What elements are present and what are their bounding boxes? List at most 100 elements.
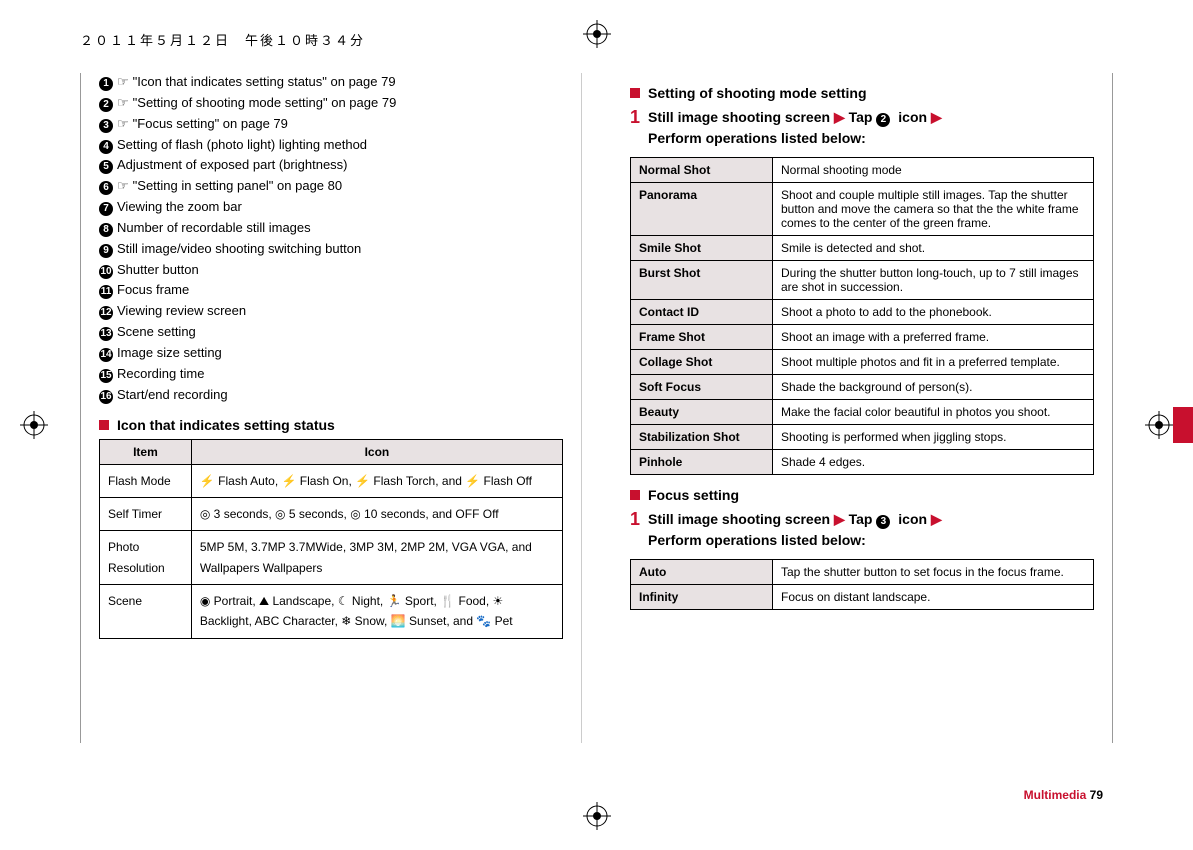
table-row: Flash Mode⚡ Flash Auto, ⚡ Flash On, ⚡ Fl… (100, 464, 563, 497)
callout-text: "Icon that indicates setting status" on … (133, 74, 396, 89)
icon-status-table: Item Icon Flash Mode⚡ Flash Auto, ⚡ Flas… (99, 439, 563, 639)
table-row: PinholeShade 4 edges. (631, 450, 1094, 475)
circled-number-icon: 3 (99, 119, 113, 133)
circled-number-icon: 1 (99, 77, 113, 91)
icon-status-heading: Icon that indicates setting status (99, 417, 563, 433)
mode-desc: Normal shooting mode (773, 158, 1094, 183)
step-1-shooting-mode: 1 Still image shooting screen ▶ Tap 2 ic… (630, 107, 1094, 149)
table-row: InfinityFocus on distant landscape. (631, 585, 1094, 610)
red-square-icon (630, 490, 640, 500)
step-text: Still image shooting screen (648, 109, 834, 125)
callout-item: 1☞"Icon that indicates setting status" o… (99, 73, 563, 92)
icon-cell: ◉ Portrait, ⛰ Landscape, ☾ Night, 🏃 Spor… (191, 585, 562, 639)
table-row: AutoTap the shutter button to set focus … (631, 560, 1094, 585)
step-text: Still image shooting screen (648, 511, 834, 527)
step-number: 1 (630, 107, 640, 149)
table-row: Normal ShotNormal shooting mode (631, 158, 1094, 183)
shooting-mode-heading: Setting of shooting mode setting (630, 85, 1094, 101)
circled-number-icon: 8 (99, 223, 113, 237)
focus-setting-heading: Focus setting (630, 487, 1094, 503)
mode-label: Beauty (631, 400, 773, 425)
red-arrow-icon: ▶ (834, 109, 845, 125)
mode-desc: Shoot a photo to add to the phonebook. (773, 300, 1094, 325)
mode-label: Frame Shot (631, 325, 773, 350)
callout-item: 16Start/end recording (99, 386, 563, 405)
item-cell: Flash Mode (100, 464, 192, 497)
circled-number-icon: 13 (99, 327, 113, 341)
circled-number-icon: 10 (99, 265, 113, 279)
callout-text: Viewing review screen (117, 303, 246, 318)
callout-item: 9Still image/video shooting switching bu… (99, 240, 563, 259)
callout-text: Focus frame (117, 282, 189, 297)
mode-label: Pinhole (631, 450, 773, 475)
mode-label: Panorama (631, 183, 773, 236)
callout-item: 15Recording time (99, 365, 563, 384)
callout-item: 10 Shutter button (99, 261, 563, 280)
table-row: Photo Resolution5MP 5M, 3.7MP 3.7MWide, … (100, 531, 563, 585)
focus-setting-table: AutoTap the shutter button to set focus … (630, 559, 1094, 610)
step-body: Still image shooting screen ▶ Tap 2 icon… (648, 107, 942, 149)
table-row: Frame ShotShoot an image with a preferre… (631, 325, 1094, 350)
callout-text: Image size setting (117, 345, 222, 360)
step-text: icon (898, 109, 931, 125)
step-text: Perform operations listed below: (648, 532, 866, 548)
icon-table-header-icon: Icon (191, 439, 562, 464)
table-row: Burst ShotDuring the shutter button long… (631, 261, 1094, 300)
mode-desc: Shooting is performed when jiggling stop… (773, 425, 1094, 450)
callout-item: 14 Image size setting (99, 344, 563, 363)
red-arrow-icon: ▶ (931, 109, 942, 125)
callout-item: 6☞"Setting in setting panel" on page 80 (99, 177, 563, 196)
callout-item: 7 Viewing the zoom bar (99, 198, 563, 217)
circled-number-icon: 3 (876, 515, 890, 529)
icon-cell: ◎ 3 seconds, ◎ 5 seconds, ◎ 10 seconds, … (191, 497, 562, 530)
table-row: PanoramaShoot and couple multiple still … (631, 183, 1094, 236)
callout-text: "Focus setting" on page 79 (133, 116, 288, 131)
callout-list: 1 ☞ "Icon that indicates setting status" o… (99, 73, 563, 405)
circled-number-icon: 6 (99, 181, 113, 195)
left-column: 1 ☞ "Icon that indicates setting status" o… (81, 73, 582, 743)
page-footer: Multimedia 79 (1024, 788, 1103, 802)
table-row: Soft FocusShade the background of person… (631, 375, 1094, 400)
circled-number-icon: 12 (99, 306, 113, 320)
item-cell: Self Timer (100, 497, 192, 530)
mode-label: Contact ID (631, 300, 773, 325)
right-column: Setting of shooting mode setting 1 Still… (612, 73, 1112, 743)
circled-number-icon: 5 (99, 160, 113, 174)
mode-label: Collage Shot (631, 350, 773, 375)
table-row: Scene◉ Portrait, ⛰ Landscape, ☾ Night, 🏃… (100, 585, 563, 639)
step-text: Tap (849, 109, 877, 125)
callout-text: Still image/video shooting switching but… (117, 241, 361, 256)
pointing-hand-icon: ☞ (117, 94, 129, 113)
footer-page-number: 79 (1090, 788, 1103, 802)
step-text: icon (898, 511, 931, 527)
circled-number-icon: 14 (99, 348, 113, 362)
registration-mark-icon (1145, 411, 1173, 439)
step-text: Perform operations listed below: (648, 130, 866, 146)
callout-item: 11Focus frame (99, 281, 563, 300)
registration-mark-icon (583, 802, 611, 830)
mode-label: Soft Focus (631, 375, 773, 400)
callout-item: 5Adjustment of exposed part (brightness) (99, 156, 563, 175)
callout-text: Setting of flash (photo light) lighting … (117, 137, 367, 152)
mode-desc: Focus on distant landscape. (773, 585, 1094, 610)
mode-desc: Tap the shutter button to set focus in t… (773, 560, 1094, 585)
step-number: 1 (630, 509, 640, 551)
callout-text: Shutter button (117, 262, 199, 277)
mode-label: Auto (631, 560, 773, 585)
mode-label: Infinity (631, 585, 773, 610)
step-text: Tap (849, 511, 877, 527)
callout-text: Viewing the zoom bar (117, 199, 242, 214)
mode-desc: Shade 4 edges. (773, 450, 1094, 475)
red-square-icon (99, 420, 109, 430)
icon-cell: 5MP 5M, 3.7MP 3.7MWide, 3MP 3M, 2MP 2M, … (191, 531, 562, 585)
circled-number-icon: 7 (99, 202, 113, 216)
table-row: Smile ShotSmile is detected and shot. (631, 236, 1094, 261)
step-body: Still image shooting screen ▶ Tap 3 icon… (648, 509, 942, 551)
callout-item: 8Number of recordable still images (99, 219, 563, 238)
table-row: Collage ShotShoot multiple photos and fi… (631, 350, 1094, 375)
icon-cell: ⚡ Flash Auto, ⚡ Flash On, ⚡ Flash Torch,… (191, 464, 562, 497)
icon-status-heading-text: Icon that indicates setting status (117, 417, 335, 433)
table-row: BeautyMake the facial color beautiful in… (631, 400, 1094, 425)
callout-text: "Setting in setting panel" on page 80 (133, 178, 342, 193)
callout-text: Scene setting (117, 324, 196, 339)
